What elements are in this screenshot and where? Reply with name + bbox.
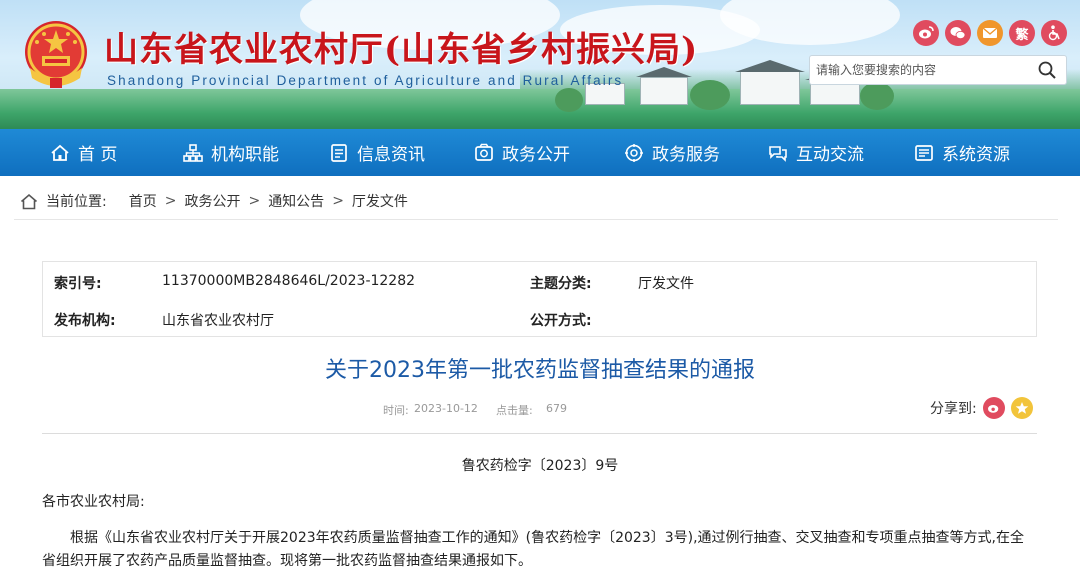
breadcrumb-link-dept-files[interactable]: 厅发文件 [352, 191, 408, 211]
system-resources-icon [915, 144, 933, 161]
document-meta-table: 索引号: 11370000MB2848646L/2023-12282 主题分类:… [42, 261, 1037, 337]
disclosure-label: 公开方式: [530, 313, 592, 329]
breadcrumb-link-open-affairs[interactable]: 政务公开 [184, 191, 240, 211]
divider [42, 433, 1037, 434]
banner-field [0, 89, 1080, 129]
document-icon [331, 143, 347, 162]
nav-item-services[interactable]: 政务服务 [624, 129, 720, 176]
nav-item-news[interactable]: 信息资讯 [329, 129, 425, 176]
search-button[interactable] [1032, 56, 1062, 84]
category-label: 主题分类: [530, 276, 592, 292]
nav-item-label: 互动交流 [796, 145, 864, 165]
click-count-label: 点击量: [496, 404, 533, 417]
article-title: 关于2023年第一批农药监督抽查结果的通报 [325, 358, 755, 383]
publisher-value: 山东省农业农村厅 [162, 313, 274, 329]
click-count-value: 679 [546, 402, 567, 415]
index-number-label: 索引号: [54, 276, 102, 292]
breadcrumb-label: 当前位置: [46, 194, 107, 210]
home-icon [20, 193, 38, 209]
banner-tree [555, 88, 583, 112]
banner-roof [735, 60, 805, 72]
share-weibo-icon[interactable] [982, 397, 1005, 419]
site-subtitle: Shandong Provincial Department of Agricu… [107, 73, 624, 88]
service-icon [625, 143, 643, 162]
nav-item-label: 系统资源 [942, 145, 1010, 165]
interaction-icon [769, 145, 787, 162]
breadcrumb-separator: > [248, 193, 261, 209]
nav-item-home[interactable]: 首 页 [50, 129, 117, 176]
weibo-icon[interactable] [913, 20, 939, 46]
breadcrumb-link-home[interactable]: 首页 [129, 191, 157, 211]
mail-icon[interactable] [977, 20, 1003, 46]
index-number-value: 11370000MB2848646L/2023-12282 [162, 273, 416, 289]
site-search [809, 55, 1067, 85]
banner-tree [690, 80, 730, 110]
document-number: 鲁农药检字〔2023〕9号 [461, 458, 619, 474]
nav-item-system-resources[interactable]: 系统资源 [914, 129, 1010, 176]
banner-house [640, 77, 688, 105]
publish-time-value: 2023-10-12 [414, 402, 478, 415]
wechat-icon[interactable] [945, 20, 971, 46]
nav-item-interaction[interactable]: 互动交流 [768, 129, 864, 176]
social-links: 繁 [913, 20, 1067, 46]
nav-item-organization[interactable]: 机构职能 [183, 129, 279, 176]
publish-time-label: 时间: [383, 404, 409, 417]
nav-item-label: 信息资讯 [357, 145, 425, 165]
banner-tree [860, 82, 894, 110]
search-icon [1038, 61, 1056, 79]
nav-item-open-affairs[interactable]: 政务公开 [474, 129, 570, 176]
article-greeting: 各市农业农村局: [42, 494, 145, 510]
share-label: 分享到: [930, 401, 977, 417]
breadcrumb-separator: > [164, 193, 177, 209]
main-nav: 首 页 机构职能 信息资讯 政务公开 政务服务 互动交流 系统资源 [0, 129, 1080, 176]
search-input[interactable] [810, 57, 1032, 83]
open-affairs-icon [475, 143, 493, 161]
share-qzone-icon[interactable] [1010, 397, 1033, 419]
breadcrumb: 当前位置: 首页 > 政务公开 > 通知公告 > 厅发文件 [20, 191, 408, 211]
site-title: 山东省农业农村厅(山东省乡村振兴局) [104, 30, 699, 70]
publisher-label: 发布机构: [54, 313, 116, 329]
nav-item-label: 政务服务 [652, 145, 720, 165]
breadcrumb-separator: > [332, 193, 344, 209]
site-banner: 山东省农业农村厅(山东省乡村振兴局) Shandong Provincial D… [0, 0, 1080, 129]
nav-item-label: 政务公开 [502, 145, 570, 165]
accessibility-icon[interactable] [1041, 20, 1067, 46]
article-paragraph: 根据《山东省农业农村厅关于开展2023年农药质量监督抽查工作的通知》(鲁农药检字… [42, 530, 1024, 569]
share-bar: 分享到: [930, 397, 1033, 419]
traditional-chinese-button[interactable]: 繁 [1009, 20, 1035, 46]
org-chart-icon [183, 143, 203, 162]
home-icon [51, 144, 69, 161]
divider [14, 219, 1058, 220]
nav-item-label: 首 页 [78, 145, 118, 165]
national-emblem-logo [25, 21, 87, 88]
nav-item-label: 机构职能 [211, 145, 279, 165]
banner-house [740, 71, 800, 105]
breadcrumb-link-notices[interactable]: 通知公告 [268, 191, 324, 211]
category-value: 厅发文件 [638, 276, 694, 292]
